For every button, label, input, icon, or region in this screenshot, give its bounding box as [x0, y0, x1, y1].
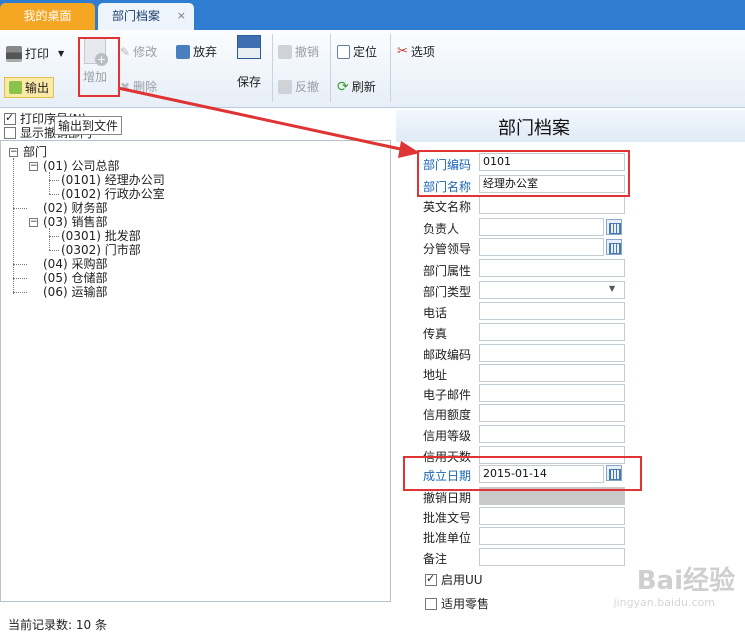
status-bar: 当前记录数: 10 条 [8, 618, 107, 632]
annotation-arrow [117, 86, 420, 158]
watermark-logo: Bai经验 [636, 566, 735, 596]
watermark-url: jingyan.baidu.com [613, 596, 715, 609]
